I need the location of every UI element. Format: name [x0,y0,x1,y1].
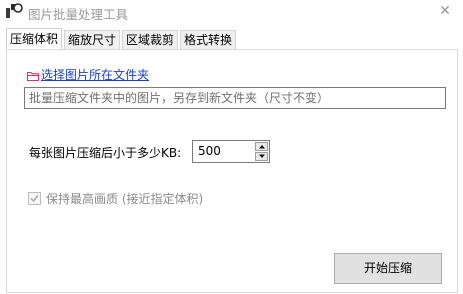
title-bar: 图片批量处理工具 ✕ [0,0,463,26]
info-textbox[interactable]: 批量压缩文件夹中的图片，另存到新文件夹（尺寸不变） [24,87,446,109]
select-folder-link[interactable]: 选择图片所在文件夹 [26,66,149,83]
max-quality-checkbox[interactable] [28,192,41,205]
app-icon [6,2,24,18]
window-title: 图片批量处理工具 [28,7,129,22]
tab-resize[interactable]: 缩放尺寸 [64,30,121,49]
stepper-down-button[interactable] [255,152,268,161]
size-limit-stepper[interactable]: 500 [192,140,270,163]
folder-icon [26,70,40,81]
size-limit-label: 每张图片压缩后小于多少KB: [29,146,182,160]
arrow-down-icon [259,154,265,158]
max-quality-label: 保持最高画质 (接近指定体积) [46,192,204,206]
max-quality-option[interactable]: 保持最高画质 (接近指定体积) [28,190,203,207]
stepper-buttons [255,142,268,161]
compress-panel: 选择图片所在文件夹 批量压缩文件夹中的图片，另存到新文件夹（尺寸不变） 每张图片… [6,49,458,293]
select-folder-label[interactable]: 选择图片所在文件夹 [41,66,149,83]
start-compress-button[interactable]: 开始压缩 [334,253,442,284]
check-icon [30,195,39,203]
size-limit-value[interactable]: 500 [198,141,221,162]
close-button[interactable]: ✕ [428,0,462,22]
stepper-up-button[interactable] [255,142,268,151]
tab-strip: 压缩体积 缩放尺寸 区域裁剪 格式转换 [6,28,456,50]
tab-compress[interactable]: 压缩体积 [6,28,63,49]
tab-crop[interactable]: 区域裁剪 [122,30,179,49]
arrow-up-icon [259,145,265,149]
tab-convert[interactable]: 格式转换 [180,30,237,49]
